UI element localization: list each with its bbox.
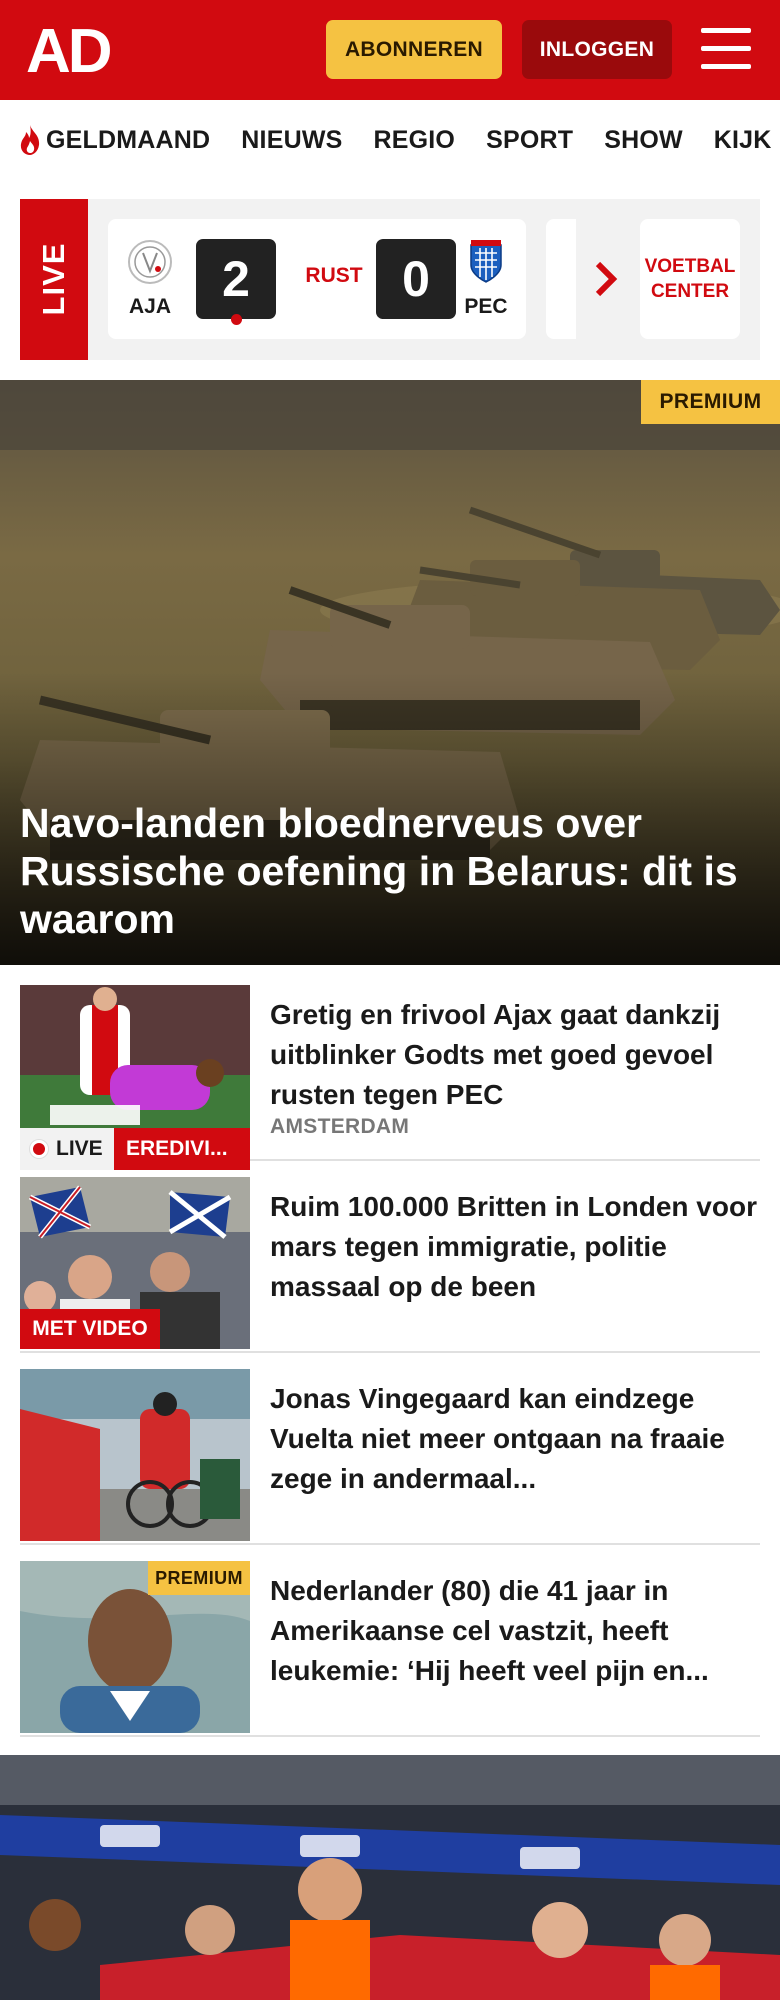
home-team: AJA: [120, 239, 180, 319]
match-status: RUST: [305, 264, 363, 287]
live-dot-icon: [30, 1140, 48, 1158]
video-label: MET VIDEO: [20, 1309, 160, 1349]
live-tab[interactable]: LIVE: [20, 199, 88, 360]
nav-label: GELDMAAND: [46, 125, 211, 154]
pec-crest-icon: [470, 240, 502, 283]
live-tab-label: LIVE: [36, 242, 71, 316]
premium-badge: PREMIUM: [641, 380, 780, 424]
away-score: 0: [376, 239, 456, 319]
stadium-celebration-image: [0, 1755, 780, 2000]
article-thumbnail: [20, 1369, 250, 1541]
vuelta-image: [20, 1369, 250, 1541]
next-match-card[interactable]: [546, 219, 576, 339]
ajax-crest-icon: [128, 240, 172, 284]
ad-logo[interactable]: AD: [26, 20, 116, 80]
nav-item-geldmaand[interactable]: GELDMAAND: [18, 124, 210, 156]
top-header: AD ABONNEREN INLOGGEN: [0, 0, 780, 100]
live-scores-bar: LIVE AJA 2 RUST 0 PEC VOETBAL CENTER: [20, 199, 760, 360]
article-title: Ruim 100.000 Britten in Londen voor mars…: [270, 1191, 757, 1302]
login-button[interactable]: INLOGGEN: [522, 20, 672, 79]
premium-badge: PREMIUM: [148, 1561, 250, 1595]
home-score: 2: [196, 239, 276, 319]
article-item[interactable]: LIVE EREDIVI... Gretig en frivool Ajax g…: [20, 985, 760, 1170]
nav-item-nieuws[interactable]: NIEUWS: [241, 126, 342, 155]
article-title: Nederlander (80) die 41 jaar in Amerikaa…: [270, 1575, 709, 1686]
svg-text:AD: AD: [26, 20, 111, 80]
featured-article-image[interactable]: [0, 1755, 780, 2000]
chevron-right-icon[interactable]: [592, 259, 620, 299]
article-item[interactable]: MET VIDEO Ruim 100.000 Britten in Londen…: [20, 1177, 760, 1353]
live-label-text: LIVE: [56, 1137, 103, 1160]
article-item[interactable]: PREMIUM Nederlander (80) die 41 jaar in …: [20, 1561, 760, 1737]
home-team-name: AJA: [128, 295, 171, 318]
article-title: Gretig en frivool Ajax gaat dankzij uitb…: [270, 999, 721, 1110]
nav-item-kijk[interactable]: KIJK: [714, 126, 772, 155]
main-navigation: GELDMAAND NIEUWS REGIO SPORT SHOW KIJK: [0, 100, 780, 180]
article-location: AMSTERDAM: [270, 1115, 410, 1138]
away-team: PEC: [456, 239, 516, 319]
menu-icon[interactable]: [701, 28, 751, 70]
nav-item-sport[interactable]: SPORT: [486, 126, 573, 155]
voetbal-center-link[interactable]: VOETBAL CENTER: [640, 219, 740, 339]
live-label: LIVE: [20, 1128, 114, 1170]
subscribe-button[interactable]: ABONNEREN: [326, 20, 502, 79]
nav-item-show[interactable]: SHOW: [604, 126, 683, 155]
hero-title: Navo-landen bloednerveus over Russische …: [20, 800, 738, 942]
match-card[interactable]: AJA 2 RUST 0 PEC: [108, 219, 526, 339]
article-item[interactable]: Jonas Vingegaard kan eindzege Vuelta nie…: [20, 1369, 760, 1545]
live-indicator-dot: [231, 314, 242, 325]
flame-icon: [20, 125, 40, 155]
article-title: Jonas Vingegaard kan eindzege Vuelta nie…: [270, 1383, 725, 1494]
hero-article[interactable]: PREMIUM Navo-landen bloednerveus over Ru…: [0, 380, 780, 965]
category-label: EREDIVI...: [114, 1128, 250, 1170]
away-team-name: PEC: [464, 295, 508, 318]
article-thumbnail: PREMIUM: [20, 1561, 250, 1733]
nav-item-regio[interactable]: REGIO: [374, 126, 456, 155]
